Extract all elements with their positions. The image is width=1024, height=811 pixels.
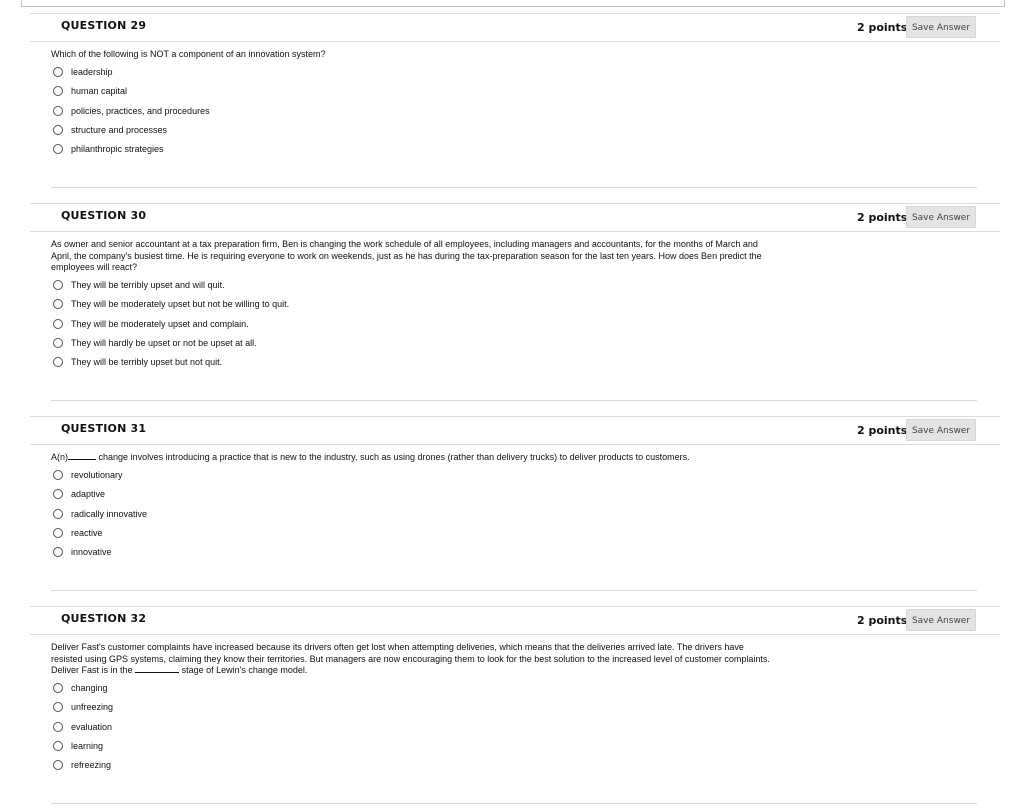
radio-button[interactable]: [53, 527, 63, 538]
question-title: QUESTION 32: [61, 612, 147, 625]
previous-question-frame: [21, 0, 1005, 7]
points-box: 2 points Save Answer: [848, 203, 1000, 232]
question-title: QUESTION 29: [61, 19, 147, 32]
question-text: A(n) change involves introducing a pract…: [51, 452, 811, 464]
option-label: They will hardly be upset or not be upse…: [71, 337, 257, 348]
radio-button[interactable]: [53, 337, 63, 348]
radio-button[interactable]: [53, 318, 63, 329]
save-answer-button[interactable]: Save Answer: [906, 16, 976, 38]
radio-button[interactable]: [53, 702, 63, 713]
option-label: human capital: [71, 86, 128, 97]
option-label: adaptive: [71, 489, 106, 500]
option-label: radically innovative: [71, 508, 148, 519]
answer-blank: [68, 459, 97, 460]
radio-button[interactable]: [53, 86, 63, 97]
question-text: Deliver Fast's customer complaints have …: [51, 642, 773, 677]
save-answer-button[interactable]: Save Answer: [906, 206, 976, 228]
points-label: 2 points: [857, 21, 908, 34]
radio-button[interactable]: [53, 721, 63, 732]
option-label: reactive: [71, 527, 103, 538]
radio-button[interactable]: [53, 357, 63, 368]
question-header: QUESTION 30: [30, 203, 848, 232]
radio-button[interactable]: [53, 144, 63, 155]
question-header: QUESTION 31: [30, 416, 848, 445]
radio-button[interactable]: [53, 280, 63, 290]
option-label: structure and processes: [71, 124, 168, 135]
radio-button[interactable]: [53, 760, 63, 771]
points-box: 2 points Save Answer: [848, 606, 1000, 635]
option-label: innovative: [71, 547, 112, 558]
points-label: 2 points: [857, 424, 908, 437]
option-label: learning: [71, 740, 104, 751]
option-label: leadership: [71, 67, 113, 77]
radio-button[interactable]: [53, 683, 63, 693]
option-label: They will be moderately upset and compla…: [71, 318, 249, 329]
option-label: philanthropic strategies: [71, 144, 164, 155]
question-title: QUESTION 31: [61, 422, 147, 435]
question-text-end: change involves introducing a practice t…: [98, 452, 690, 462]
option-label: changing: [71, 683, 108, 693]
option-label: They will be terribly upset but not quit…: [71, 357, 223, 368]
question-text: Which of the following is NOT a componen…: [51, 49, 326, 59]
save-answer-button[interactable]: Save Answer: [906, 609, 976, 631]
radio-button[interactable]: [53, 470, 63, 480]
divider: [51, 803, 977, 804]
answer-blank: [135, 672, 180, 673]
points-box: 2 points Save Answer: [848, 416, 1000, 445]
points-label: 2 points: [857, 614, 908, 627]
radio-button[interactable]: [53, 547, 63, 558]
option-label: They will be terribly upset and will qui…: [71, 280, 225, 290]
divider: [51, 590, 977, 591]
question-text: As owner and senior accountant at a tax …: [51, 239, 762, 272]
option-label: revolutionary: [71, 470, 123, 480]
save-answer-button[interactable]: Save Answer: [906, 419, 976, 441]
option-label: policies, practices, and procedures: [71, 105, 210, 116]
points-box: 2 points Save Answer: [848, 13, 1000, 42]
points-label: 2 points: [857, 211, 908, 224]
divider: [51, 187, 977, 188]
question-text-start: Deliver Fast's customer complaints have …: [51, 642, 770, 675]
radio-button[interactable]: [53, 508, 63, 519]
radio-button[interactable]: [53, 124, 63, 135]
radio-button[interactable]: [53, 740, 63, 751]
option-label: evaluation: [71, 721, 113, 732]
radio-button[interactable]: [53, 105, 63, 116]
option-label: refreezing: [71, 760, 112, 771]
radio-button[interactable]: [53, 489, 63, 500]
question-text-end: stage of Lewin's change model.: [181, 665, 308, 675]
question-text-start: A(n): [51, 452, 69, 462]
divider: [51, 400, 977, 401]
question-header: QUESTION 29: [30, 13, 848, 42]
option-label: unfreezing: [71, 702, 114, 713]
radio-button[interactable]: [53, 299, 63, 310]
option-label: They will be moderately upset but not be…: [71, 299, 290, 310]
radio-button[interactable]: [53, 67, 63, 77]
question-title: QUESTION 30: [61, 209, 147, 222]
question-header: QUESTION 32: [30, 606, 848, 635]
